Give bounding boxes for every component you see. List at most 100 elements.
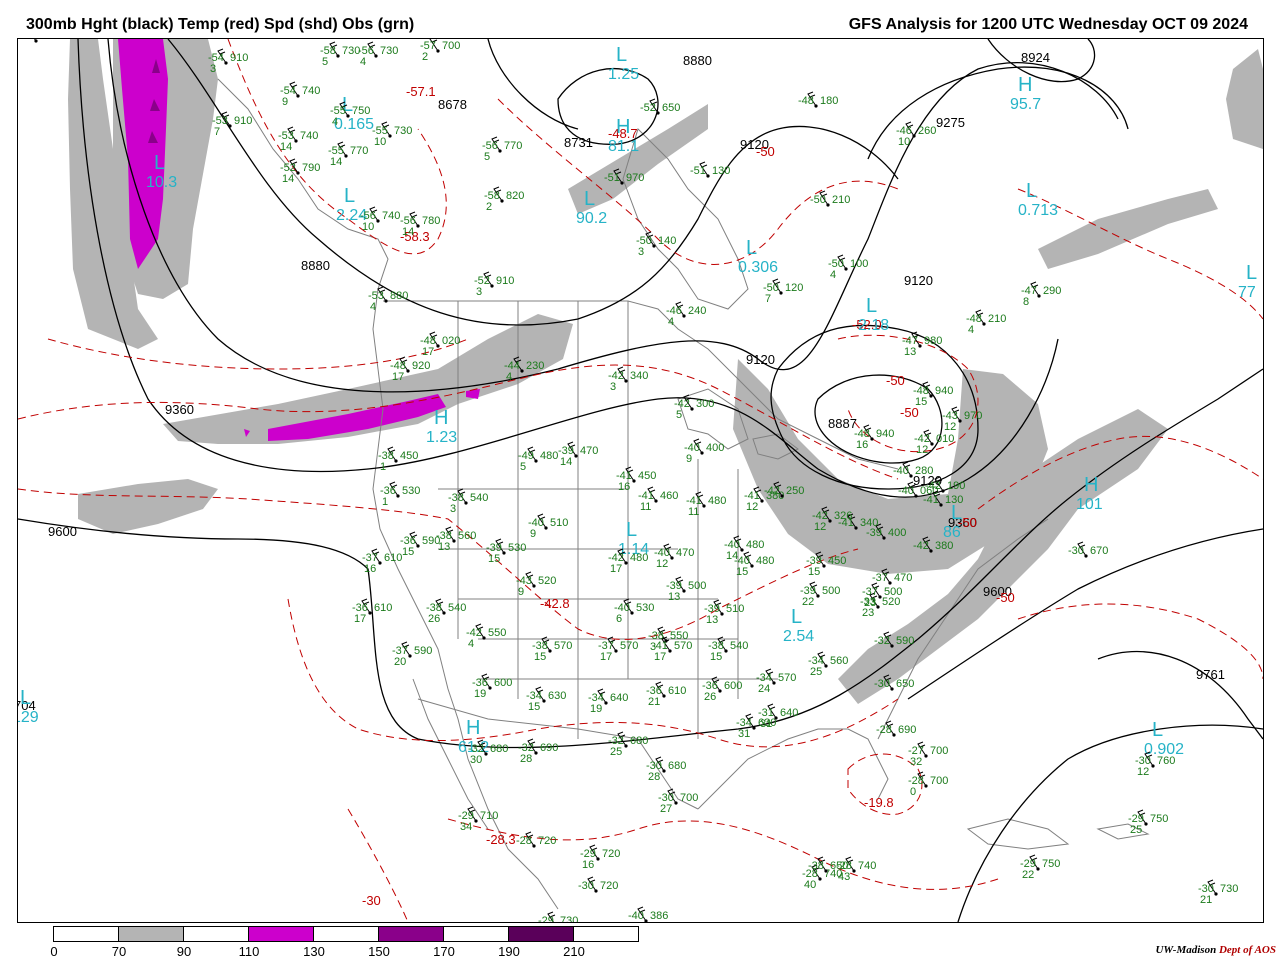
station-dot [630, 611, 634, 615]
station-plot: -34 56025 [808, 651, 848, 678]
obs-dewpoint-depression: 2 [486, 201, 492, 213]
station-dot [296, 171, 300, 175]
station-dot [534, 459, 538, 463]
obs-dewpoint-depression: 32 [910, 756, 922, 768]
station-plot: -40 386 [628, 906, 668, 922]
station-plot: -50 1004 [828, 254, 868, 281]
station-plot: -27 70032 [908, 741, 948, 768]
obs-dewpoint-depression: 25 [1130, 824, 1142, 836]
station-plot: -29 75025 [1128, 809, 1168, 836]
obs-temperature: -52 [640, 102, 656, 114]
station-plot: -34 64019 [588, 688, 628, 715]
station-dot [484, 752, 488, 756]
obs-height: 610 [384, 552, 402, 564]
wind-shading-70 [68, 39, 1263, 704]
station-dot [482, 636, 486, 640]
obs-temperature: -30 [578, 880, 594, 892]
legend-swatch [444, 927, 509, 941]
obs-dewpoint-depression: 11 [640, 501, 651, 513]
obs-height: 880 [390, 290, 408, 302]
obs-dewpoint-depression: 16 [582, 859, 594, 871]
station-dot [1084, 554, 1088, 558]
station-dot [376, 219, 380, 223]
station-dot [416, 544, 420, 548]
obs-height: 910 [230, 52, 248, 64]
hl-value: 1.23 [426, 429, 457, 446]
obs-height: 740 [382, 210, 400, 222]
obs-height: 780 [422, 215, 440, 227]
obs-dewpoint-depression: 20 [394, 656, 406, 668]
obs-dewpoint-depression: 4 [968, 324, 974, 336]
obs-dewpoint-depression: 9 [530, 528, 536, 540]
station-dot [706, 174, 710, 178]
obs-height: 510 [550, 517, 568, 529]
obs-temperature: -51 [604, 172, 620, 184]
obs-dewpoint-depression: 43 [838, 871, 850, 883]
obs-height: 300 [696, 398, 714, 410]
obs-height: 480 [708, 495, 726, 507]
obs-dewpoint-depression: 25 [610, 746, 622, 758]
station-plot: -28 690 [876, 720, 916, 737]
station-plot: -47 98013 [902, 331, 942, 358]
obs-temperature: -28 [876, 724, 892, 736]
station-plot: -37 61016 [362, 548, 402, 575]
low-center-marker: L77 [1238, 262, 1257, 301]
temp-label: -50 [996, 590, 1015, 605]
obs-height: 540 [730, 640, 748, 652]
obs-height: 540 [448, 602, 466, 614]
obs-height: 480 [756, 555, 774, 567]
station-plot: -52 9103 [474, 271, 514, 298]
height-label: 9275 [936, 115, 965, 130]
obs-height: 920 [412, 360, 430, 372]
station-dot [718, 689, 722, 693]
obs-dewpoint-depression: 17 [354, 613, 366, 625]
hl-letter: L [866, 295, 877, 317]
obs-dewpoint-depression: 26 [704, 691, 716, 703]
station-dot [294, 139, 298, 143]
station-dot [1036, 867, 1040, 871]
obs-dewpoint-depression: 28 [648, 771, 660, 783]
obs-dewpoint-depression: 15 [808, 566, 820, 578]
obs-height: 530 [636, 602, 654, 614]
station-dot [396, 494, 400, 498]
station-plot: -30 670 [1068, 541, 1108, 558]
obs-height: 980 [924, 335, 942, 347]
obs-height: 190 [947, 480, 965, 492]
station-plot: -38 4501 [378, 446, 418, 473]
obs-dewpoint-depression: 5 [676, 409, 682, 421]
obs-height: 510 [726, 603, 744, 615]
station-plot: -36 60019 [472, 673, 512, 700]
station-plot: -53 74014 [278, 126, 318, 153]
hl-letter: L [746, 237, 757, 259]
obs-dewpoint-depression: 17 [610, 563, 622, 575]
station-dot [604, 701, 608, 705]
obs-height: 130 [945, 494, 963, 506]
hl-value: 0.713 [1018, 202, 1058, 219]
obs-height: 460 [660, 490, 678, 502]
obs-temperature: -42 [764, 485, 780, 497]
obs-dewpoint-depression: 31 [738, 728, 750, 740]
station-dot [914, 494, 918, 498]
obs-height: 910 [496, 275, 514, 287]
station-plot: -56 7304 [358, 41, 398, 68]
obs-dewpoint-depression: 6 [616, 613, 622, 625]
obs-height: 730 [394, 125, 412, 137]
station-plot: -48 2104 [966, 309, 1006, 336]
station-plot: -30 70027 [658, 788, 698, 815]
obs-dewpoint-depression: 30 [470, 754, 482, 766]
obs-dewpoint-depression: 1 [380, 461, 386, 473]
hl-value: 10.3 [146, 174, 177, 191]
height-label: 8880 [683, 53, 712, 68]
obs-dewpoint-depression: 3 [476, 286, 482, 298]
obs-dewpoint-depression: 10 [374, 136, 386, 148]
obs-height: 730 [560, 915, 578, 922]
hl-value: 86 [943, 524, 961, 541]
hl-letter: H [616, 116, 630, 138]
cuba [966, 818, 1070, 850]
obs-height: 240 [688, 305, 706, 317]
obs-dewpoint-depression: 16 [618, 481, 630, 493]
station-plot: -28 740 [18, 39, 58, 43]
station-plot: -38 57015 [532, 636, 572, 663]
temp-label: -57.1 [406, 84, 436, 99]
obs-height: 570 [620, 640, 638, 652]
